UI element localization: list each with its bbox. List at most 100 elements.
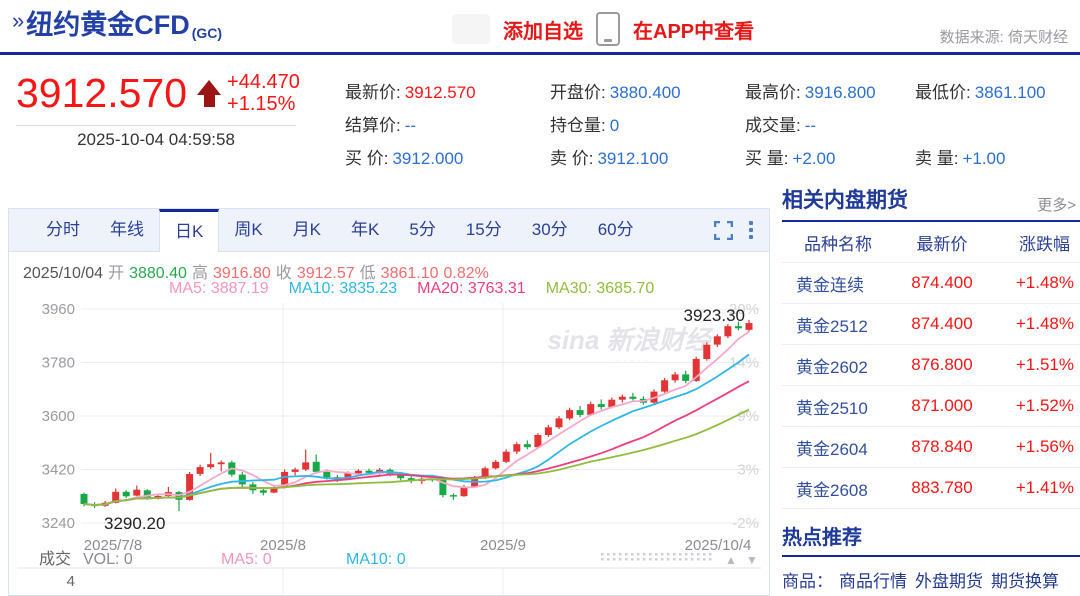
tab-周K[interactable]: 周K — [219, 209, 277, 251]
more-menu-icon[interactable] — [749, 221, 753, 239]
up-arrow-icon — [197, 80, 221, 107]
quote-field: 买 量:+2.00 — [745, 144, 915, 169]
quote-timestamp: 2025-10-04 04:59:58 — [16, 130, 296, 150]
quote-field: 结算价:-- — [345, 111, 550, 136]
phone-icon — [596, 12, 620, 46]
table-row[interactable]: 黄金2512874.400+1.48% — [782, 304, 1080, 345]
svg-text:MA5: 0: MA5: 0 — [221, 551, 272, 568]
more-link[interactable]: 更多> — [1037, 194, 1076, 215]
contract-change: +1.52% — [992, 396, 1080, 416]
quote-field: 开盘价:3880.400 — [550, 78, 745, 103]
quote-field-label: 开盘价: — [550, 83, 606, 102]
quote-field-value: 3916.800 — [805, 83, 876, 102]
ma-part: MA10: 3835.23 — [289, 280, 398, 297]
view-in-app-button[interactable]: 在APP中查看 — [633, 15, 754, 44]
market-icon: » — [12, 10, 24, 32]
contract-change: +1.41% — [992, 478, 1080, 498]
table-row[interactable]: 黄金2510871.000+1.52% — [782, 386, 1080, 427]
svg-text:3960: 3960 — [42, 301, 75, 318]
svg-text:4: 4 — [67, 573, 75, 590]
quote-field: 持仓量:0 — [550, 111, 745, 136]
quote-field-value: 0 — [610, 116, 619, 135]
tab-60分[interactable]: 60分 — [583, 209, 649, 251]
quote-field: 最高价:3916.800 — [745, 78, 915, 103]
quote-field: 买 价:3912.000 — [345, 144, 550, 169]
contract-name: 黄金2608 — [782, 476, 892, 501]
quote-field-label: 卖 价: — [550, 149, 593, 168]
hot-header: 热点推荐 — [782, 523, 1080, 553]
contract-price: 871.000 — [892, 396, 992, 416]
svg-text:▼: ▼ — [746, 553, 758, 567]
hot-link-期货换算[interactable]: 期货换算 — [991, 572, 1059, 591]
quote-field-label: 持仓量: — [550, 116, 606, 135]
quote-field-value: 3861.100 — [975, 83, 1046, 102]
ohlc-part: 开 — [108, 265, 124, 282]
sidebar: 相关内盘期货 更多> 品种名称最新价涨跌幅 黄金连续874.400+1.48%黄… — [782, 186, 1080, 592]
tab-年K[interactable]: 年K — [336, 209, 394, 251]
quote-field: 最新价:3912.570 — [345, 78, 550, 103]
quote-field-label: 最高价: — [745, 83, 801, 102]
chart-panel: 分时年线日K周K月K年K5分15分30分60分 2025/10/04开3880.… — [8, 208, 770, 596]
contract-change: +1.48% — [992, 273, 1080, 293]
ma-part: MA20: 3763.31 — [417, 280, 526, 297]
table-row[interactable]: 黄金2602876.800+1.51% — [782, 345, 1080, 386]
svg-text:3%: 3% — [737, 462, 759, 479]
svg-text:3290.20: 3290.20 — [104, 514, 165, 533]
header-actions: 添加自选 在APP中查看 — [452, 12, 754, 46]
quote-field: 卖 价:3912.100 — [550, 144, 745, 169]
watchlist-star-icon[interactable] — [452, 14, 490, 44]
table-row[interactable]: 黄金2608883.780+1.41% — [782, 468, 1080, 509]
related-futures-title: 相关内盘期货 — [782, 186, 1080, 216]
page-title: 纽约黄金CFD — [26, 8, 190, 42]
price-line: 3912.570 +44.470 +1.15% — [16, 70, 306, 116]
tab-5分[interactable]: 5分 — [394, 209, 450, 251]
contract-price: 878.840 — [892, 437, 992, 457]
header: » 纽约黄金CFD (GC) 添加自选 在APP中查看 数据来源: 倚天财经 — [0, 0, 1080, 55]
quote-field-label: 结算价: — [345, 116, 401, 135]
column-header: 最新价 — [892, 230, 992, 255]
fullscreen-icon[interactable] — [714, 221, 733, 240]
contract-name: 黄金2512 — [782, 312, 892, 337]
hot-link-商品行情[interactable]: 商品行情 — [839, 572, 907, 591]
tab-年线[interactable]: 年线 — [95, 209, 159, 251]
add-watchlist-button[interactable]: 添加自选 — [503, 15, 583, 44]
chart-tabbar: 分时年线日K周K月K年K5分15分30分60分 — [9, 209, 769, 252]
svg-text:成交: 成交 — [39, 550, 71, 568]
hot-link-外盘期货[interactable]: 外盘期货 — [915, 572, 983, 591]
price-change-pct: +1.15% — [227, 93, 300, 115]
ma-part: MA5: 3887.19 — [169, 280, 269, 297]
tab-分时[interactable]: 分时 — [31, 209, 95, 251]
price-block: 3912.570 +44.470 +1.15% 2025-10-04 04:59… — [16, 70, 306, 150]
tab-月K[interactable]: 月K — [278, 209, 336, 251]
contract-name: 黄金2604 — [782, 435, 892, 460]
table-row[interactable]: 黄金连续874.400+1.48% — [782, 263, 1080, 304]
svg-text:3240: 3240 — [42, 515, 75, 532]
quote-field-value: 3912.100 — [597, 149, 668, 168]
quote-field-value: 3880.400 — [610, 83, 681, 102]
futures-table: 品种名称最新价涨跌幅 黄金连续874.400+1.48%黄金2512874.40… — [782, 222, 1080, 509]
tab-15分[interactable]: 15分 — [451, 209, 517, 251]
change-column: +44.470 +1.15% — [227, 71, 300, 115]
quote-field-value: +1.00 — [962, 149, 1005, 168]
hot-category-label: 商品： — [782, 572, 833, 591]
table-row[interactable]: 黄金2604878.840+1.56% — [782, 427, 1080, 468]
tab-icons — [714, 209, 753, 251]
contract-price: 876.800 — [892, 355, 992, 375]
quote-field: 最低价:3861.100 — [915, 78, 1080, 103]
quote-field-label: 最低价: — [915, 83, 971, 102]
contract-change: +1.56% — [992, 437, 1080, 457]
contract-name: 黄金2602 — [782, 353, 892, 378]
column-header: 涨跌幅 — [992, 230, 1080, 255]
contract-name: 黄金连续 — [782, 271, 892, 296]
contract-price: 874.400 — [892, 314, 992, 334]
svg-text:3780: 3780 — [42, 355, 75, 372]
kline-chart[interactable]: 3960378036003420324020%14%9%3%-2%sina 新浪… — [9, 301, 769, 596]
tab-30分[interactable]: 30分 — [517, 209, 583, 251]
ohlc-part: 2025/10/04 — [23, 265, 103, 282]
quote-field-label: 最新价: — [345, 83, 401, 102]
tab-日K[interactable]: 日K — [159, 209, 219, 252]
quote-field: 卖 量:+1.00 — [915, 144, 1080, 169]
svg-text:14%: 14% — [729, 355, 759, 372]
table-body: 黄金连续874.400+1.48%黄金2512874.400+1.48%黄金26… — [782, 263, 1080, 509]
svg-text:· ·· · ·· · ··: · ·· · ·· · ·· — [609, 355, 648, 365]
